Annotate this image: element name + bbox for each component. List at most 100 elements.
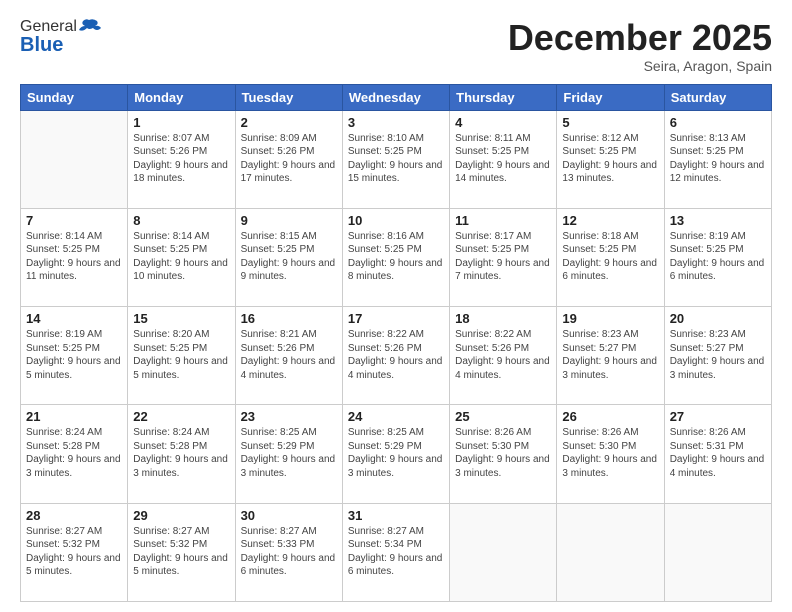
calendar-cell: 18Sunrise: 8:22 AMSunset: 5:26 PMDayligh…: [450, 307, 557, 405]
calendar-cell: 30Sunrise: 8:27 AMSunset: 5:33 PMDayligh…: [235, 503, 342, 601]
day-number: 3: [348, 115, 444, 130]
daylight-text: Daylight: 9 hours and 8 minutes.: [348, 257, 444, 284]
daylight-text: Daylight: 9 hours and 4 minutes.: [455, 355, 551, 382]
calendar-cell: 9Sunrise: 8:15 AMSunset: 5:25 PMDaylight…: [235, 208, 342, 306]
day-number: 2: [241, 115, 337, 130]
month-title: December 2025: [508, 18, 772, 58]
daylight-text: Daylight: 9 hours and 3 minutes.: [562, 355, 658, 382]
daylight-text: Daylight: 9 hours and 3 minutes.: [241, 453, 337, 480]
sunrise-text: Sunrise: 8:27 AM: [348, 525, 444, 539]
sunset-text: Sunset: 5:25 PM: [455, 145, 551, 159]
daylight-text: Daylight: 9 hours and 18 minutes.: [133, 159, 229, 186]
day-number: 4: [455, 115, 551, 130]
weekday-header-row: SundayMondayTuesdayWednesdayThursdayFrid…: [21, 84, 772, 110]
daylight-text: Daylight: 9 hours and 10 minutes.: [133, 257, 229, 284]
sunrise-text: Sunrise: 8:19 AM: [670, 230, 766, 244]
weekday-header-wednesday: Wednesday: [342, 84, 449, 110]
daylight-text: Daylight: 9 hours and 11 minutes.: [26, 257, 122, 284]
sunrise-text: Sunrise: 8:25 AM: [241, 426, 337, 440]
sunrise-text: Sunrise: 8:22 AM: [348, 328, 444, 342]
daylight-text: Daylight: 9 hours and 5 minutes.: [133, 552, 229, 579]
sunrise-text: Sunrise: 8:21 AM: [241, 328, 337, 342]
day-info: Sunrise: 8:25 AMSunset: 5:29 PMDaylight:…: [241, 426, 337, 480]
sunset-text: Sunset: 5:25 PM: [133, 342, 229, 356]
daylight-text: Daylight: 9 hours and 6 minutes.: [670, 257, 766, 284]
day-info: Sunrise: 8:19 AMSunset: 5:25 PMDaylight:…: [26, 328, 122, 382]
day-number: 27: [670, 409, 766, 424]
calendar-cell: 19Sunrise: 8:23 AMSunset: 5:27 PMDayligh…: [557, 307, 664, 405]
day-number: 12: [562, 213, 658, 228]
daylight-text: Daylight: 9 hours and 5 minutes.: [133, 355, 229, 382]
day-info: Sunrise: 8:27 AMSunset: 5:33 PMDaylight:…: [241, 525, 337, 579]
day-number: 9: [241, 213, 337, 228]
calendar-cell: 4 Sunrise: 8:11 AMSunset: 5:25 PMDaylight…: [450, 110, 557, 208]
calendar-cell: 17Sunrise: 8:22 AMSunset: 5:26 PMDayligh…: [342, 307, 449, 405]
day-number: 10: [348, 213, 444, 228]
day-number: 21: [26, 409, 122, 424]
sunset-text: Sunset: 5:25 PM: [562, 145, 658, 159]
daylight-text: Daylight: 9 hours and 5 minutes.: [26, 355, 122, 382]
day-info: Sunrise: 8:20 AMSunset: 5:25 PMDaylight:…: [133, 328, 229, 382]
day-info: Sunrise: 8:23 AMSunset: 5:27 PMDaylight:…: [670, 328, 766, 382]
sunrise-text: Sunrise: 8:17 AM: [455, 230, 551, 244]
day-number: 29: [133, 508, 229, 523]
calendar-table: SundayMondayTuesdayWednesdayThursdayFrid…: [20, 84, 772, 602]
sunset-text: Sunset: 5:25 PM: [26, 342, 122, 356]
day-info: Sunrise: 8:17 AMSunset: 5:25 PMDaylight:…: [455, 230, 551, 284]
day-info: Sunrise: 8:07 AMSunset: 5:26 PMDaylight:…: [133, 132, 229, 186]
sunset-text: Sunset: 5:25 PM: [133, 243, 229, 257]
sunset-text: Sunset: 5:29 PM: [241, 440, 337, 454]
day-number: 11: [455, 213, 551, 228]
day-info: Sunrise: 8:26 AMSunset: 5:31 PMDaylight:…: [670, 426, 766, 480]
sunset-text: Sunset: 5:32 PM: [26, 538, 122, 552]
weekday-header-sunday: Sunday: [21, 84, 128, 110]
sunset-text: Sunset: 5:26 PM: [133, 145, 229, 159]
sunset-text: Sunset: 5:34 PM: [348, 538, 444, 552]
sunrise-text: Sunrise: 8:22 AM: [455, 328, 551, 342]
daylight-text: Daylight: 9 hours and 4 minutes.: [241, 355, 337, 382]
calendar-cell: 6Sunrise: 8:13 AMSunset: 5:25 PMDaylight…: [664, 110, 771, 208]
sunset-text: Sunset: 5:28 PM: [133, 440, 229, 454]
sunrise-text: Sunrise: 8:16 AM: [348, 230, 444, 244]
calendar-cell: 11 Sunrise: 8:17 AMSunset: 5:25 PMDayligh…: [450, 208, 557, 306]
calendar-cell: 27 Sunrise: 8:26 AMSunset: 5:31 PMDayligh…: [664, 405, 771, 503]
daylight-text: Daylight: 9 hours and 14 minutes.: [455, 159, 551, 186]
day-number: 5: [562, 115, 658, 130]
daylight-text: Daylight: 9 hours and 3 minutes.: [348, 453, 444, 480]
sunset-text: Sunset: 5:25 PM: [562, 243, 658, 257]
sunset-text: Sunset: 5:31 PM: [670, 440, 766, 454]
daylight-text: Daylight: 9 hours and 4 minutes.: [670, 453, 766, 480]
day-number: 19: [562, 311, 658, 326]
sunrise-text: Sunrise: 8:14 AM: [133, 230, 229, 244]
sunrise-text: Sunrise: 8:10 AM: [348, 132, 444, 146]
daylight-text: Daylight: 9 hours and 15 minutes.: [348, 159, 444, 186]
daylight-text: Daylight: 9 hours and 3 minutes.: [455, 453, 551, 480]
day-info: Sunrise: 8:09 AMSunset: 5:26 PMDaylight:…: [241, 132, 337, 186]
calendar-cell: 5 Sunrise: 8:12 AMSunset: 5:25 PMDaylight…: [557, 110, 664, 208]
logo-bird-icon: [79, 18, 101, 36]
sunset-text: Sunset: 5:27 PM: [670, 342, 766, 356]
sunset-text: Sunset: 5:25 PM: [455, 243, 551, 257]
calendar-cell: [450, 503, 557, 601]
day-info: Sunrise: 8:14 AMSunset: 5:25 PMDaylight:…: [133, 230, 229, 284]
sunset-text: Sunset: 5:25 PM: [26, 243, 122, 257]
day-info: Sunrise: 8:11 AMSunset: 5:25 PMDaylight:…: [455, 132, 551, 186]
daylight-text: Daylight: 9 hours and 13 minutes.: [562, 159, 658, 186]
day-number: 28: [26, 508, 122, 523]
weekday-header-monday: Monday: [128, 84, 235, 110]
calendar-week-row: 14Sunrise: 8:19 AMSunset: 5:25 PMDayligh…: [21, 307, 772, 405]
sunset-text: Sunset: 5:26 PM: [241, 342, 337, 356]
day-info: Sunrise: 8:22 AMSunset: 5:26 PMDaylight:…: [348, 328, 444, 382]
day-number: 7: [26, 213, 122, 228]
weekday-header-thursday: Thursday: [450, 84, 557, 110]
sunrise-text: Sunrise: 8:19 AM: [26, 328, 122, 342]
calendar-cell: 31Sunrise: 8:27 AMSunset: 5:34 PMDayligh…: [342, 503, 449, 601]
day-number: 23: [241, 409, 337, 424]
daylight-text: Daylight: 9 hours and 6 minutes.: [241, 552, 337, 579]
sunset-text: Sunset: 5:27 PM: [562, 342, 658, 356]
weekday-header-tuesday: Tuesday: [235, 84, 342, 110]
day-info: Sunrise: 8:12 AMSunset: 5:25 PMDaylight:…: [562, 132, 658, 186]
day-number: 6: [670, 115, 766, 130]
calendar-cell: 10Sunrise: 8:16 AMSunset: 5:25 PMDayligh…: [342, 208, 449, 306]
day-number: 26: [562, 409, 658, 424]
